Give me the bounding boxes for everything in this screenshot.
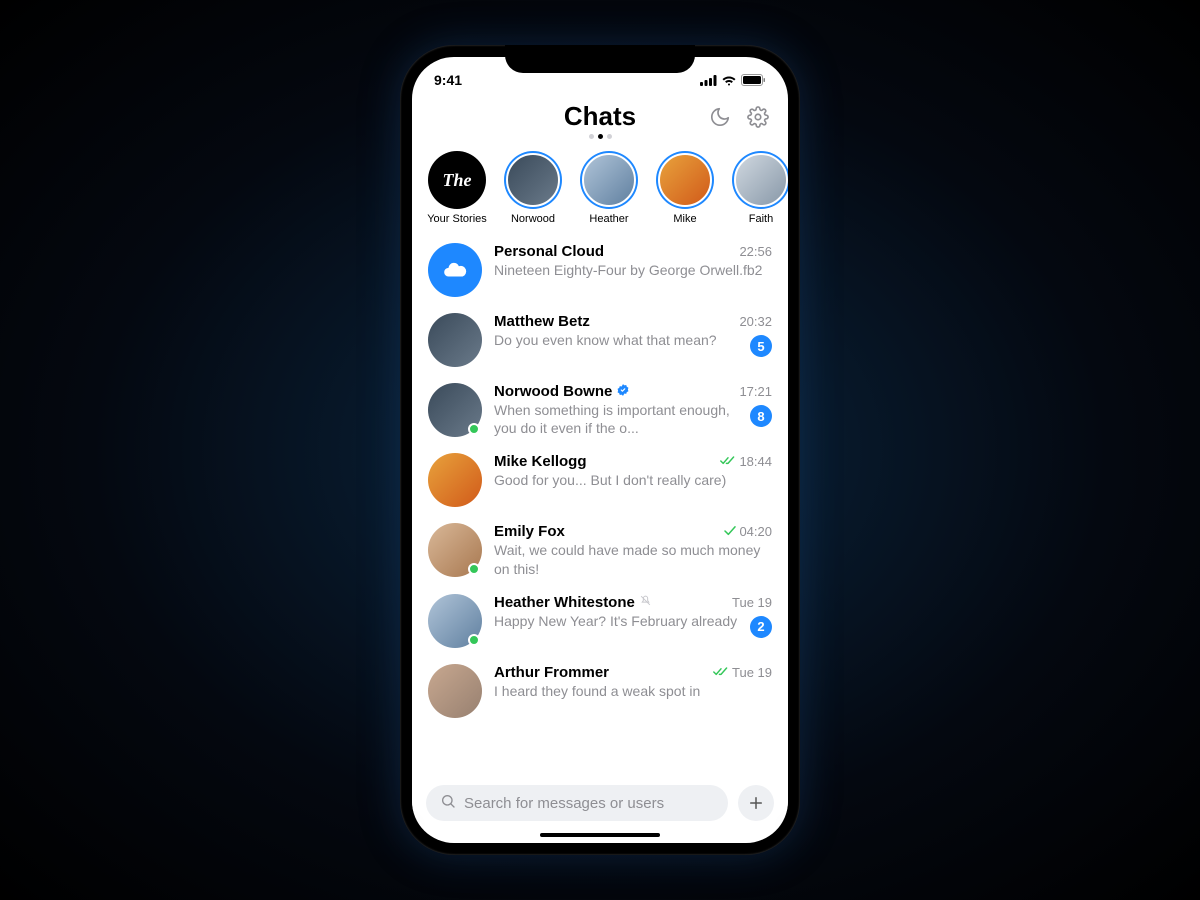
notch bbox=[505, 45, 695, 73]
chat-message-preview: Nineteen Eighty-Four by George Orwell.fb… bbox=[494, 261, 762, 279]
verified-icon bbox=[616, 383, 630, 400]
chat-message-preview: Good for you... But I don't really care) bbox=[494, 471, 726, 489]
your-stories-avatar: The bbox=[428, 151, 486, 209]
dark-mode-button[interactable] bbox=[708, 105, 732, 129]
story-item[interactable]: Heather bbox=[578, 151, 640, 225]
unread-badge: 2 bbox=[750, 616, 772, 638]
story-avatar bbox=[734, 153, 788, 207]
chat-time: 04:20 bbox=[724, 524, 772, 539]
chat-name: Norwood Bowne bbox=[494, 383, 630, 400]
story-label: Norwood bbox=[511, 213, 555, 225]
page-indicator bbox=[412, 134, 788, 145]
chat-avatar[interactable] bbox=[428, 594, 482, 648]
cellular-icon bbox=[700, 75, 717, 86]
chat-time: 17:21 bbox=[739, 384, 772, 399]
page-dot-active bbox=[598, 134, 603, 139]
story-label: Faith bbox=[749, 213, 773, 225]
online-indicator bbox=[468, 423, 480, 435]
phone-frame: 9:41 Chats bbox=[400, 45, 800, 855]
chat-row[interactable]: Arthur Frommer Tue 19 I heard they found a… bbox=[412, 656, 788, 726]
online-indicator bbox=[468, 563, 480, 575]
chat-message-preview: When something is important enough, you … bbox=[494, 401, 742, 437]
story-item[interactable]: Mike bbox=[654, 151, 716, 225]
chat-time-text: 17:21 bbox=[739, 384, 772, 399]
chat-row[interactable]: Emily Fox 04:20 Wait, we could have made s… bbox=[412, 515, 788, 585]
chat-message-preview: Do you even know what that mean? bbox=[494, 331, 717, 349]
unread-badge: 5 bbox=[750, 335, 772, 357]
chat-time-text: 22:56 bbox=[739, 244, 772, 259]
chat-avatar[interactable] bbox=[428, 664, 482, 718]
home-indicator[interactable] bbox=[540, 833, 660, 837]
chat-body: Personal Cloud 22:56 Nineteen Eighty-Four … bbox=[494, 243, 772, 279]
chat-row[interactable]: Heather Whitestone Tue 19 Happy New Year? … bbox=[412, 586, 788, 656]
chat-avatar[interactable] bbox=[428, 313, 482, 367]
chat-body: Norwood Bowne 17:21 When something is impo… bbox=[494, 383, 772, 437]
sent-check-icon bbox=[724, 524, 736, 539]
search-icon bbox=[440, 793, 456, 813]
cloud-avatar[interactable] bbox=[428, 243, 482, 297]
story-avatar bbox=[658, 153, 712, 207]
chat-time: 22:56 bbox=[739, 244, 772, 259]
chat-row[interactable]: Norwood Bowne 17:21 When something is impo… bbox=[412, 375, 788, 445]
chat-time: 18:44 bbox=[720, 454, 772, 469]
story-avatar bbox=[506, 153, 560, 207]
story-your-stories[interactable]: The Your Stories bbox=[426, 151, 488, 225]
bottom-bar: Search for messages or users bbox=[412, 775, 788, 829]
chat-message-preview: Happy New Year? It's February already bbox=[494, 612, 737, 630]
read-double-check-icon bbox=[720, 454, 736, 469]
header: Chats bbox=[412, 95, 788, 134]
chat-body: Mike Kellogg 18:44 Good for you... But I d… bbox=[494, 453, 772, 489]
compose-button[interactable] bbox=[738, 785, 774, 821]
chat-row[interactable]: Personal Cloud 22:56 Nineteen Eighty-Four … bbox=[412, 235, 788, 305]
chat-body: Emily Fox 04:20 Wait, we could have made s… bbox=[494, 523, 772, 577]
story-avatar bbox=[582, 153, 636, 207]
stories-row[interactable]: The Your Stories Norwood Heather Mike Fa… bbox=[412, 145, 788, 235]
online-indicator bbox=[468, 634, 480, 646]
page-dot bbox=[607, 134, 612, 139]
unread-badge: 8 bbox=[750, 405, 772, 427]
battery-icon bbox=[741, 74, 766, 86]
chat-body: Arthur Frommer Tue 19 I heard they found a… bbox=[494, 664, 772, 700]
chat-avatar[interactable] bbox=[428, 383, 482, 437]
chat-time-text: 18:44 bbox=[739, 454, 772, 469]
status-right bbox=[700, 74, 766, 86]
chat-row[interactable]: Matthew Betz 20:32 Do you even know what t… bbox=[412, 305, 788, 375]
page-dot bbox=[589, 134, 594, 139]
status-time: 9:41 bbox=[434, 72, 462, 88]
chats-list[interactable]: Personal Cloud 22:56 Nineteen Eighty-Four … bbox=[412, 235, 788, 775]
chat-time-text: Tue 19 bbox=[732, 595, 772, 610]
story-item[interactable]: Faith bbox=[730, 151, 788, 225]
chat-message-preview: I heard they found a weak spot in bbox=[494, 682, 700, 700]
story-item[interactable]: Norwood bbox=[502, 151, 564, 225]
chat-avatar[interactable] bbox=[428, 523, 482, 577]
settings-button[interactable] bbox=[746, 105, 770, 129]
chat-body: Matthew Betz 20:32 Do you even know what t… bbox=[494, 313, 772, 357]
story-label: Heather bbox=[589, 213, 628, 225]
chat-name: Matthew Betz bbox=[494, 313, 590, 330]
screen: 9:41 Chats bbox=[412, 57, 788, 843]
chat-time-text: 04:20 bbox=[739, 524, 772, 539]
chat-name: Arthur Frommer bbox=[494, 664, 609, 681]
chat-body: Heather Whitestone Tue 19 Happy New Year? … bbox=[494, 594, 772, 638]
search-placeholder: Search for messages or users bbox=[464, 795, 664, 812]
muted-icon bbox=[639, 594, 652, 610]
chat-name: Emily Fox bbox=[494, 523, 565, 540]
search-input[interactable]: Search for messages or users bbox=[426, 785, 728, 821]
story-label: Your Stories bbox=[427, 213, 487, 225]
chat-time-text: 20:32 bbox=[739, 314, 772, 329]
chat-time: Tue 19 bbox=[713, 665, 772, 680]
chat-time: Tue 19 bbox=[732, 595, 772, 610]
chat-row[interactable]: Mike Kellogg 18:44 Good for you... But I d… bbox=[412, 445, 788, 515]
story-label: Mike bbox=[673, 213, 696, 225]
chat-avatar[interactable] bbox=[428, 453, 482, 507]
chat-time: 20:32 bbox=[739, 314, 772, 329]
chat-time-text: Tue 19 bbox=[732, 665, 772, 680]
page-title: Chats bbox=[564, 101, 636, 132]
read-double-check-icon bbox=[713, 665, 729, 680]
chat-name: Mike Kellogg bbox=[494, 453, 587, 470]
chat-name: Heather Whitestone bbox=[494, 594, 652, 611]
wifi-icon bbox=[721, 74, 737, 86]
chat-message-preview: Wait, we could have made so much money o… bbox=[494, 541, 772, 577]
chat-name: Personal Cloud bbox=[494, 243, 604, 260]
